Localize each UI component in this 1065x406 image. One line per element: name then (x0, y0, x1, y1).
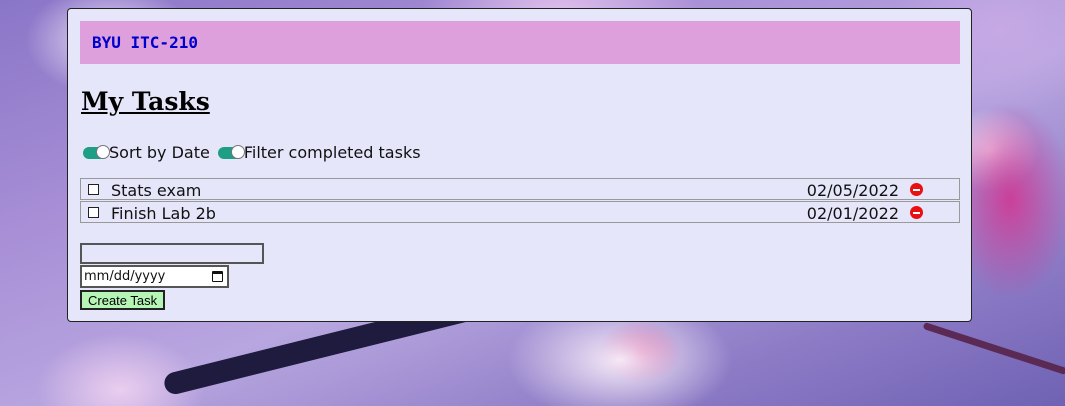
page-title: My Tasks (81, 87, 210, 116)
task-name-input[interactable] (80, 243, 264, 264)
task-list: Stats exam 02/05/2022 Finish Lab 2b 02/0… (80, 178, 960, 223)
task-complete-checkbox[interactable] (88, 184, 99, 195)
sort-by-date-label: Sort by Date (109, 143, 210, 162)
task-date: 02/01/2022 (806, 204, 899, 223)
switch-knob (230, 144, 245, 159)
calendar-icon[interactable] (212, 271, 223, 282)
filter-completed-label: Filter completed tasks (243, 143, 421, 162)
task-date-input[interactable]: mm/dd/yyyy (80, 265, 229, 288)
view-options: Sort by Date Filter completed tasks (83, 143, 429, 162)
delete-task-icon[interactable] (910, 183, 923, 196)
task-name: Stats exam (111, 181, 202, 200)
task-app-panel: BYU ITC-210 My Tasks Sort by Date Filter… (67, 8, 972, 322)
delete-task-icon[interactable] (910, 206, 923, 219)
date-input-placeholder: mm/dd/yyyy (84, 269, 166, 284)
filter-completed-switch[interactable] (217, 144, 245, 159)
new-task-form: mm/dd/yyyy Create Task (80, 243, 264, 310)
sort-by-date-toggle-group: Sort by Date (83, 143, 210, 162)
task-complete-checkbox[interactable] (88, 207, 99, 218)
task-name: Finish Lab 2b (111, 204, 216, 223)
task-row: Stats exam 02/05/2022 (80, 178, 960, 200)
switch-knob (96, 144, 110, 159)
filter-completed-toggle-group: Filter completed tasks (217, 143, 421, 162)
site-header: BYU ITC-210 (80, 21, 960, 64)
sort-by-date-switch[interactable] (83, 144, 110, 159)
task-row: Finish Lab 2b 02/01/2022 (80, 201, 960, 223)
create-task-button[interactable]: Create Task (80, 290, 166, 310)
background-twig (922, 321, 1065, 376)
task-date: 02/05/2022 (806, 181, 899, 200)
brand-title: BYU ITC-210 (92, 33, 198, 52)
